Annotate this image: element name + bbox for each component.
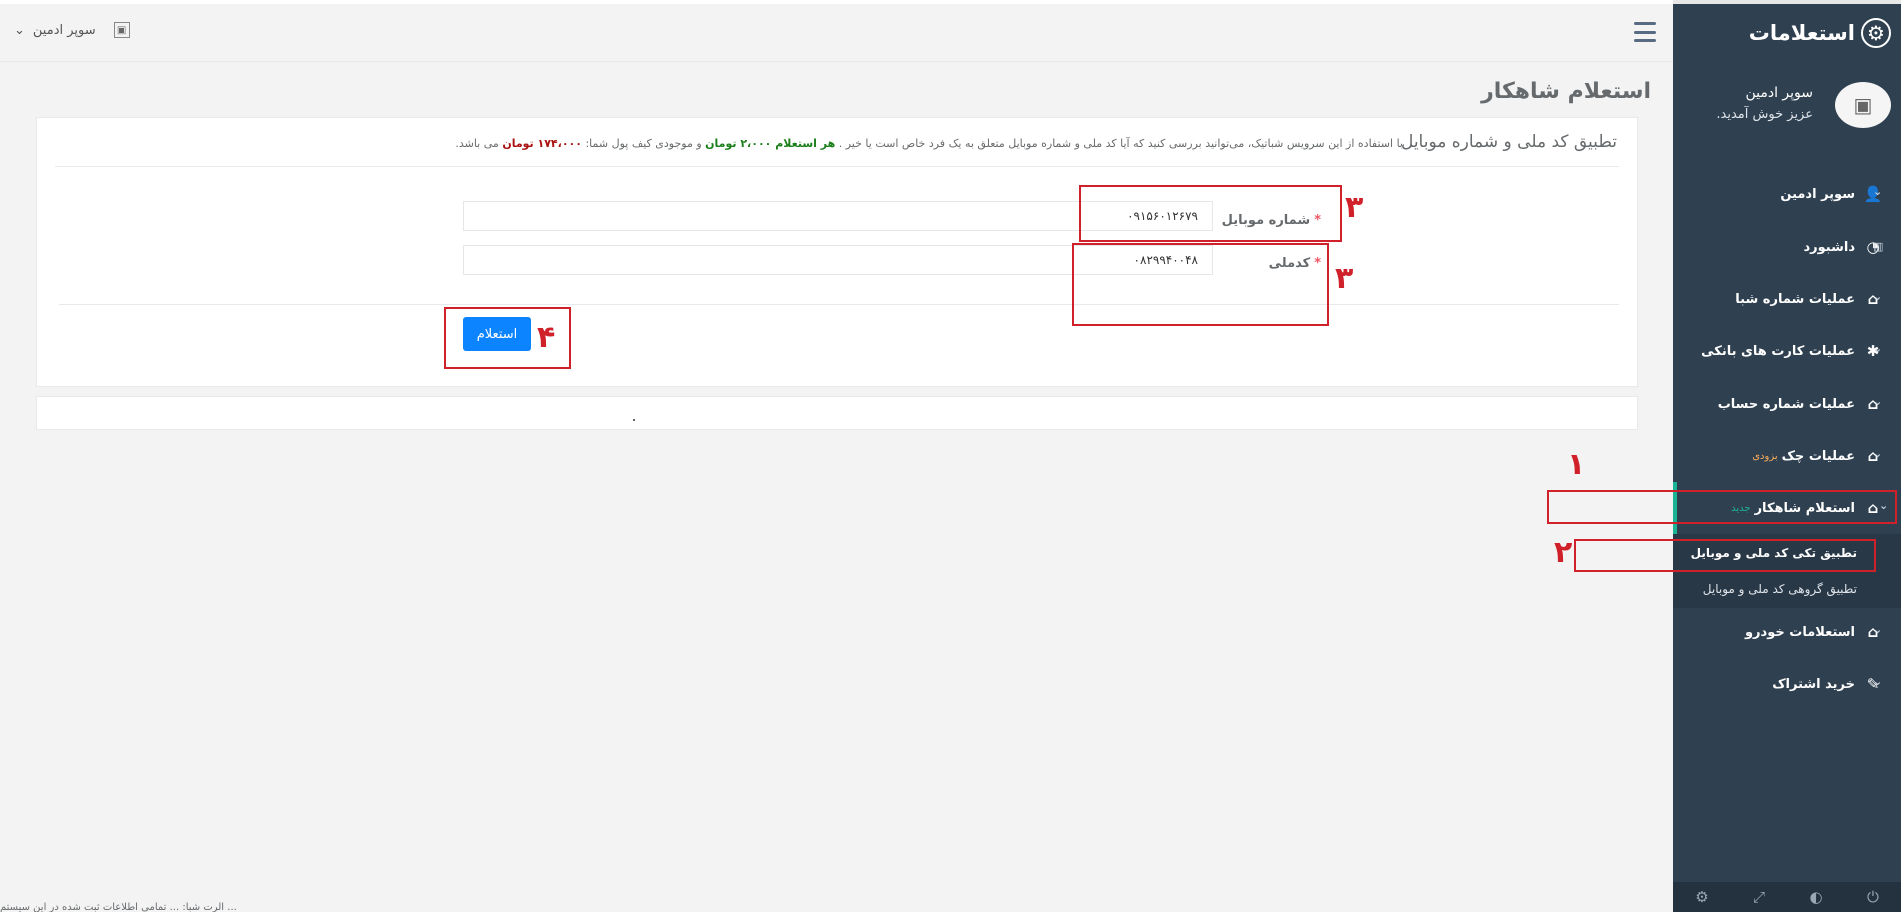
settings-icon[interactable]: ⚙ — [1695, 888, 1708, 906]
annotation-number-2: ۲ — [1554, 535, 1573, 570]
footer-text: آلرت شبا: ... تمامی اطلاعات ثبت شده در ا… — [0, 902, 237, 912]
divider — [59, 304, 1619, 305]
eye-slash-icon[interactable]: ◐ — [1809, 888, 1822, 906]
user-image-icon: ▣ — [113, 22, 130, 38]
sidebar-item-check[interactable]: ⌂ عملیات چک بزودی ⌄ — [1673, 430, 1901, 482]
main-content: استعلام شاهکار تطبیق کد ملی و شماره موبا… — [0, 63, 1673, 912]
sidebar-profile: ▣ سوپر ادمین عزیز خوش آمدید. — [1673, 68, 1901, 148]
sidebar-title: استعلامات — [1748, 21, 1855, 45]
chevron-down-icon: ⌄ — [1873, 623, 1883, 636]
chevron-down-icon: ⌄ — [1873, 395, 1883, 408]
coming-soon-badge: بزودی — [1752, 450, 1778, 462]
sidebar-item-super-admin[interactable]: 👤 سوپر ادمین ⌄ — [1673, 168, 1901, 220]
fullscreen-icon[interactable]: ⤢ — [1753, 888, 1765, 906]
annotation-box-3a — [1079, 185, 1342, 242]
sidebar: ⚙ استعلامات ▣ سوپر ادمین عزیز خوش آمدید.… — [1673, 0, 1901, 912]
panel-description: با استفاده از این سرویس شباتیک، می‌توانی… — [455, 137, 1403, 150]
sidebar-footer: ⏻ ◐ ⤢ ⚙ — [1673, 882, 1901, 912]
avatar[interactable]: ▣ — [1835, 82, 1891, 128]
annotation-number-1: ۱ — [1567, 447, 1586, 482]
chevron-down-icon: ⌄ — [14, 22, 25, 38]
result-panel — [36, 396, 1638, 430]
sidebar-header: ⚙ استعلامات — [1673, 4, 1901, 62]
user-menu[interactable]: ⌄ سوپر ادمین ▣ — [14, 22, 130, 38]
panel-title: تطبیق کد ملی و شماره موبایل — [1400, 132, 1617, 152]
chevron-down-icon: ⌄ — [1873, 290, 1883, 303]
chevron-down-icon: ⌄ — [1873, 447, 1883, 460]
inquiry-panel: تطبیق کد ملی و شماره موبایل با استفاده ا… — [36, 117, 1638, 387]
user-menu-name: سوپر ادمین — [32, 22, 96, 38]
chevron-down-icon: ⌄ — [1873, 675, 1883, 688]
annotation-box-2 — [1574, 539, 1876, 572]
chart-icon: ▥ — [1873, 240, 1884, 253]
sidebar-item-sheba[interactable]: ⌂ عملیات شماره شبا ⌄ — [1673, 273, 1901, 325]
top-navbar: ⌄ سوپر ادمین ▣ — [0, 4, 1673, 62]
menu-toggle-icon[interactable] — [1634, 22, 1656, 42]
sidebar-item-subscription[interactable]: ✎ خرید اشتراک ⌄ — [1673, 658, 1901, 710]
sidebar-item-bank-cards[interactable]: ✱ عملیات کارت های بانکی ⌄ — [1673, 325, 1901, 377]
annotation-number-3a: ۳ — [1345, 190, 1364, 225]
annotation-box-1 — [1547, 490, 1897, 524]
submenu-item-group-match[interactable]: تطبیق گروهی کد ملی و موبایل — [1673, 571, 1901, 607]
annotation-box-3b — [1072, 243, 1329, 326]
chevron-down-icon: ⌄ — [1873, 342, 1883, 355]
divider — [55, 166, 1619, 167]
sidebar-item-account-number[interactable]: ⌂ عملیات شماره حساب ⌄ — [1673, 378, 1901, 430]
page-title: استعلام شاهکار — [1481, 79, 1651, 104]
power-icon[interactable]: ⏻ — [1867, 888, 1879, 906]
annotation-number-3b: ۳ — [1335, 261, 1354, 296]
profile-name: سوپر ادمین — [1745, 85, 1813, 101]
profile-welcome: عزیز خوش آمدید. — [1716, 107, 1813, 122]
gear-icon: ⚙ — [1861, 18, 1891, 48]
chevron-down-icon: ⌄ — [1873, 185, 1883, 198]
sidebar-item-dashboard[interactable]: ◔ داشبورد ▥ — [1673, 221, 1901, 273]
sidebar-item-vehicle[interactable]: ⌂ استعلامات خودرو ⌄ — [1673, 606, 1901, 658]
annotation-number-4: ۴ — [537, 320, 556, 355]
